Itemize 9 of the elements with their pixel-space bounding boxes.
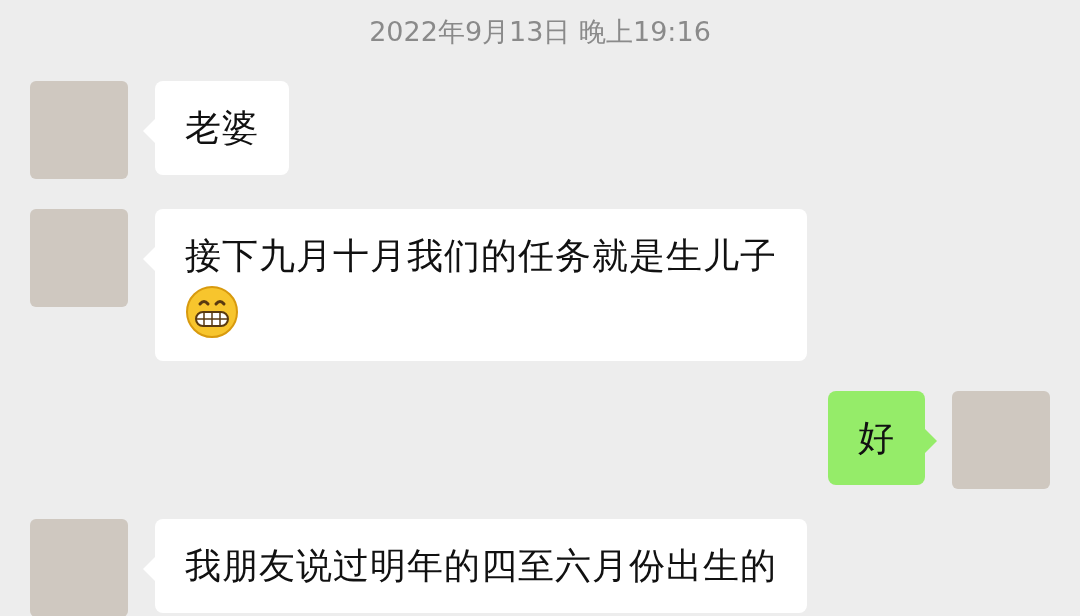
message-text: 接下九月十月我们的任务就是生儿子 [185,233,777,278]
message-text: 我朋友说过明年的四至六月份出生的 [185,543,777,588]
timestamp: 2022年9月13日 晚上19:16 [369,15,711,49]
message-text: 老婆 [185,105,259,150]
message-text: 好 [858,415,895,460]
avatar-photo-placeholder[interactable] [952,390,1050,489]
avatar-photo-placeholder[interactable] [30,80,128,179]
avatar-photo-placeholder[interactable] [30,518,128,616]
avatar-photo-placeholder[interactable] [30,208,128,307]
